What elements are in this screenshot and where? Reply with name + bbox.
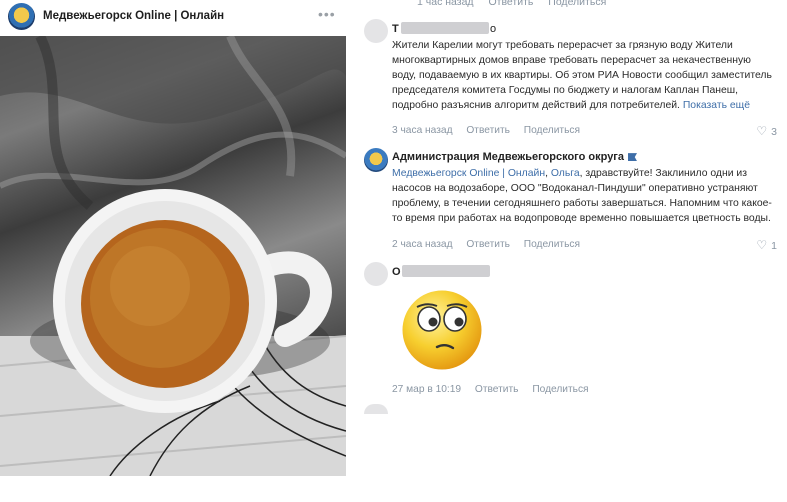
comment-meta: 27 мар в 10:19 Ответить Поделиться xyxy=(392,384,600,395)
comment-author[interactable]: Администрация Медвежьегорского округа xyxy=(392,151,638,163)
page-avatar[interactable] xyxy=(8,3,35,30)
flag-icon xyxy=(628,153,638,162)
comment-time: 3 часа назад xyxy=(392,125,453,136)
redacted-name xyxy=(401,22,489,34)
share-button[interactable]: Поделиться xyxy=(548,0,606,8)
comments-panel: 1 час назад Ответить Поделиться Т о Жите… xyxy=(357,0,787,502)
sticker-emoji[interactable] xyxy=(397,285,487,375)
post-header: Медвежьегорск Online | Онлайн ••• xyxy=(0,0,347,34)
avatar[interactable] xyxy=(364,19,388,43)
like-button[interactable]: ♡ 1 xyxy=(756,238,777,252)
reply-button[interactable]: Ответить xyxy=(466,125,510,136)
like-count: 1 xyxy=(771,240,777,252)
comment-author[interactable]: О xyxy=(392,266,401,278)
comment-author-suffix: о xyxy=(490,23,497,35)
comment-time: 27 мар в 10:19 xyxy=(392,384,462,395)
avatar[interactable] xyxy=(364,262,388,286)
heart-icon: ♡ xyxy=(756,124,768,138)
heart-icon: ♡ xyxy=(756,238,768,252)
comment-text: Медвежьегорск Online | Онлайн, Ольга, зд… xyxy=(392,168,772,224)
reply-button[interactable]: Ответить xyxy=(475,384,519,395)
more-icon[interactable]: ••• xyxy=(318,7,336,24)
share-button[interactable]: Поделиться xyxy=(532,384,588,395)
page-title[interactable]: Медвежьегорск Online | Онлайн xyxy=(43,10,224,22)
reply-button[interactable]: Ответить xyxy=(488,0,533,8)
share-button[interactable]: Поделиться xyxy=(524,239,580,250)
mention-link[interactable]: Ольга xyxy=(551,168,580,179)
mention-link[interactable]: Медвежьегорск Online | Онлайн xyxy=(392,168,545,179)
redacted-name xyxy=(402,265,490,277)
comment-author[interactable]: Т xyxy=(392,23,399,35)
avatar[interactable] xyxy=(364,404,388,414)
comment-text: Жители Карелии могут требовать перерасче… xyxy=(392,40,772,111)
share-button[interactable]: Поделиться xyxy=(524,125,580,136)
comment-meta: 2 часа назад Ответить Поделиться xyxy=(392,239,591,250)
comment-time: 2 часа назад xyxy=(392,239,453,250)
avatar[interactable] xyxy=(364,148,388,172)
previous-comment-actions: 1 час назад Ответить Поделиться xyxy=(417,0,618,8)
like-button[interactable]: ♡ 3 xyxy=(756,124,777,138)
reply-button[interactable]: Ответить xyxy=(466,239,510,250)
show-more-link[interactable]: Показать ещё xyxy=(683,100,750,111)
comment-time: 1 час назад xyxy=(417,0,474,8)
post-photo[interactable] xyxy=(0,36,346,476)
comment-meta: 3 часа назад Ответить Поделиться xyxy=(392,125,591,136)
like-count: 3 xyxy=(771,126,777,138)
